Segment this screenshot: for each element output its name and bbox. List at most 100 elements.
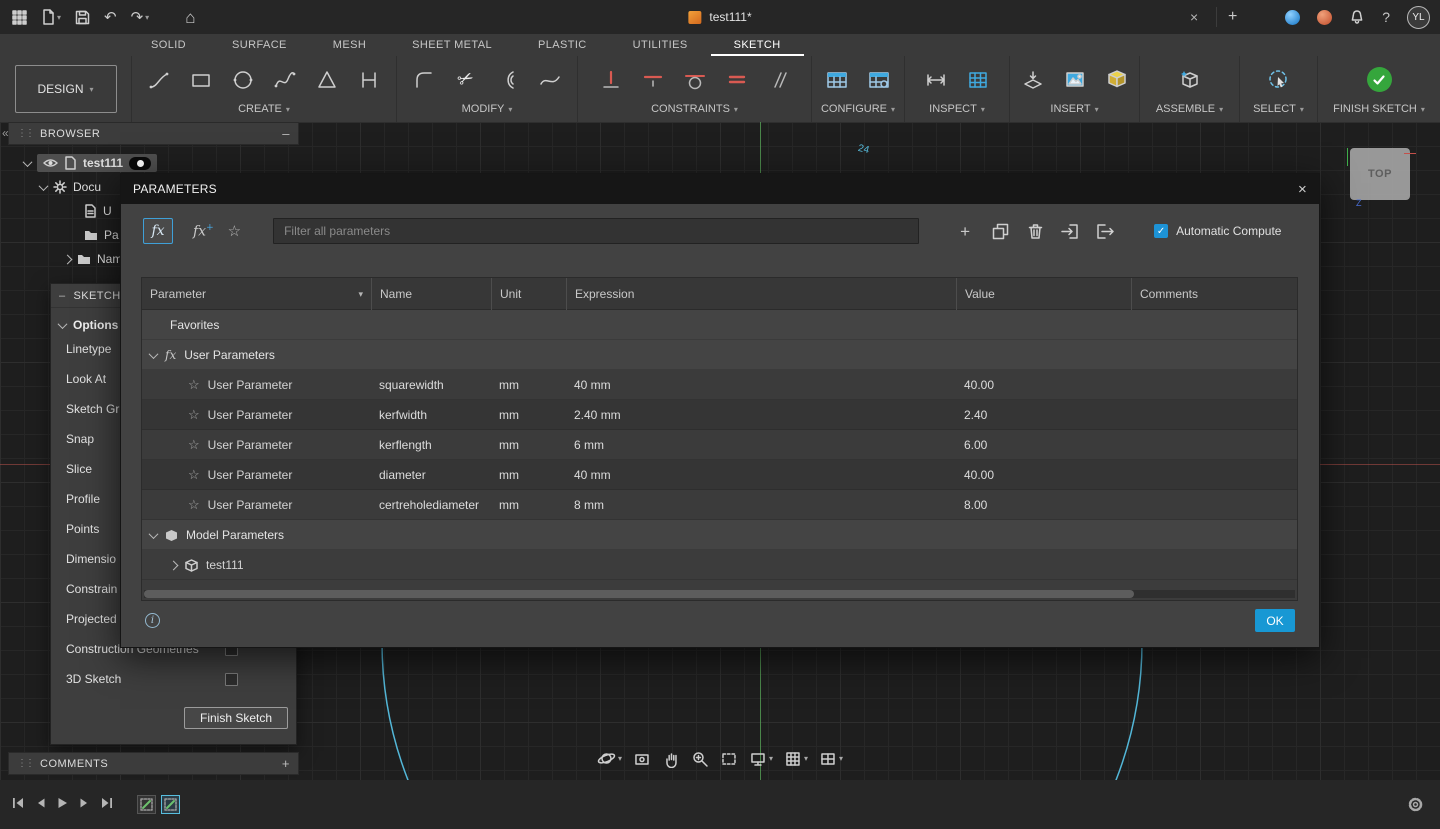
new-tab-icon[interactable]: + <box>1228 0 1237 34</box>
favorite-star-icon[interactable]: ☆ <box>188 407 200 423</box>
drag-grip-icon[interactable]: ⋮⋮ <box>17 128 35 139</box>
trim-tool-icon[interactable]: ✂ <box>451 65 481 95</box>
collapse-caret-icon[interactable] <box>148 348 159 359</box>
visibility-eye-icon[interactable] <box>43 158 58 168</box>
add-comment-icon[interactable]: + <box>282 756 290 771</box>
browser-header[interactable]: ⋮⋮ BROWSER – <box>8 122 299 145</box>
fit-icon[interactable] <box>718 748 740 770</box>
dialog-titlebar[interactable]: PARAMETERS × <box>121 174 1319 204</box>
favorite-star-icon[interactable]: ☆ <box>188 497 200 513</box>
configure-icon[interactable] <box>822 65 852 95</box>
export-parameters-icon[interactable] <box>1096 222 1114 240</box>
column-name[interactable]: Name <box>371 278 491 310</box>
save-icon[interactable] <box>75 10 90 25</box>
dialog-close-icon[interactable]: × <box>1298 181 1307 198</box>
favorite-star-icon[interactable]: ☆ <box>188 377 200 393</box>
parameter-name[interactable]: diameter <box>371 468 491 482</box>
fillet-tool-icon[interactable] <box>409 65 439 95</box>
app-menu-icon[interactable] <box>12 9 27 25</box>
delete-parameter-icon[interactable] <box>1026 222 1044 240</box>
drag-grip-icon[interactable]: ⋮⋮ <box>17 758 35 769</box>
info-icon[interactable]: i <box>145 613 160 628</box>
viewports-caret-icon[interactable]: ▾ <box>839 754 843 763</box>
grid-caret-icon[interactable]: ▾ <box>804 754 808 763</box>
minimize-panel-icon[interactable]: – <box>282 126 290 141</box>
option-checkbox[interactable] <box>225 672 238 686</box>
measure-icon[interactable] <box>921 65 951 95</box>
ribbon-tab[interactable]: SURFACE <box>209 34 310 56</box>
timeline-play-icon[interactable] <box>57 797 68 812</box>
favorite-star-icon[interactable]: ☆ <box>188 467 200 483</box>
polygon-tool-icon[interactable] <box>312 65 342 95</box>
timeline-settings-gear-icon[interactable] <box>1407 796 1424 813</box>
parameter-name[interactable]: certreholediameter <box>371 498 491 512</box>
favorites-section-row[interactable]: Favorites <box>142 310 1297 340</box>
column-expression[interactable]: Expression <box>566 278 956 310</box>
constraints-group-label[interactable]: CONSTRAINTS <box>651 103 730 115</box>
orbit-caret-icon[interactable]: ▾ <box>618 754 622 763</box>
parameter-expression[interactable]: 40 mm <box>566 468 956 482</box>
finish-sketch-button[interactable]: Finish Sketch <box>184 707 288 729</box>
browser-item-label[interactable]: Pa <box>104 228 119 242</box>
collapse-dash-icon[interactable]: – <box>59 290 66 302</box>
collapsed-caret-icon[interactable] <box>62 254 73 264</box>
timeline-step-back-icon[interactable] <box>36 797 46 812</box>
parameter-row[interactable]: ☆ User Parameter kerfwidth mm 2.40 mm 2.4… <box>142 400 1297 430</box>
parameter-name[interactable]: squarewidth <box>371 378 491 392</box>
expand-caret-icon[interactable] <box>22 156 33 167</box>
automatic-compute-checkbox[interactable]: ✓ <box>1154 224 1169 238</box>
create-group-label[interactable]: CREATE <box>238 103 282 115</box>
ribbon-tab[interactable]: SHEET METAL <box>389 34 515 56</box>
user-avatar[interactable]: YL <box>1407 5 1430 29</box>
add-parameter-icon[interactable]: + <box>956 222 974 240</box>
view-cube[interactable]: TOP <box>1350 148 1410 200</box>
timeline-step-forward-icon[interactable] <box>79 797 89 812</box>
parameter-name[interactable]: kerflength <box>371 438 491 452</box>
decal-icon[interactable] <box>1018 65 1048 95</box>
column-sort-caret-icon[interactable]: ▾ <box>358 289 363 300</box>
document-tab[interactable]: test111* <box>688 0 752 34</box>
notifications-bell-icon[interactable] <box>1349 9 1365 25</box>
pan-icon[interactable] <box>660 748 682 770</box>
user-parameters-section-row[interactable]: fx User Parameters <box>142 340 1297 370</box>
ribbon-tab[interactable]: SOLID <box>128 34 209 56</box>
timeline-go-to-end-icon[interactable] <box>100 797 113 812</box>
display-caret-icon[interactable]: ▾ <box>769 754 773 763</box>
undo-icon[interactable]: ↶ <box>104 10 117 25</box>
favorite-star-icon[interactable]: ☆ <box>188 437 200 453</box>
ribbon-tab[interactable]: PLASTIC <box>515 34 610 56</box>
rectangle-tool-icon[interactable] <box>186 65 216 95</box>
home-view-icon[interactable]: ⌂ <box>185 9 195 26</box>
duplicate-parameter-icon[interactable] <box>991 222 1009 240</box>
finish-sketch-icon[interactable] <box>1364 65 1394 95</box>
options-caret-icon[interactable] <box>57 318 68 329</box>
viewports-icon[interactable]: ▾ <box>817 748 845 770</box>
expand-caret-icon[interactable] <box>168 560 179 570</box>
grid-settings-icon[interactable]: ▾ <box>782 748 810 770</box>
expand-caret-icon[interactable] <box>38 180 49 191</box>
root-document-name[interactable]: test111 <box>83 156 123 170</box>
circle-tool-icon[interactable] <box>228 65 258 95</box>
timeline-sketch-feature[interactable] <box>137 795 156 814</box>
canvas-image-icon[interactable] <box>1060 65 1090 95</box>
configure-group-label[interactable]: CONFIGURE <box>821 103 887 115</box>
parameter-expression[interactable]: 8 mm <box>566 498 956 512</box>
import-parameters-icon[interactable] <box>1061 222 1079 240</box>
horizontal-constraint-icon[interactable] <box>638 65 668 95</box>
line-tool-icon[interactable] <box>144 65 174 95</box>
zoom-icon[interactable] <box>689 748 711 770</box>
parameter-expression[interactable]: 40 mm <box>566 378 956 392</box>
orbit-icon[interactable]: ▾ <box>595 747 624 770</box>
column-unit[interactable]: Unit <box>491 278 566 310</box>
parameter-name[interactable]: kerfwidth <box>371 408 491 422</box>
fx-all-parameters-button[interactable]: fx <box>143 218 173 244</box>
parameter-expression[interactable]: 2.40 mm <box>566 408 956 422</box>
parallel-constraint-icon[interactable] <box>764 65 794 95</box>
comments-header[interactable]: ⋮⋮ COMMENTS + <box>8 752 299 775</box>
horizontal-scrollbar[interactable] <box>144 590 1295 598</box>
ok-button[interactable]: OK <box>1255 609 1295 632</box>
help-icon[interactable]: ? <box>1382 9 1390 25</box>
spline-tool-icon[interactable] <box>270 65 300 95</box>
configuration-table-icon[interactable] <box>864 65 894 95</box>
select-tool-icon[interactable] <box>1264 65 1294 95</box>
